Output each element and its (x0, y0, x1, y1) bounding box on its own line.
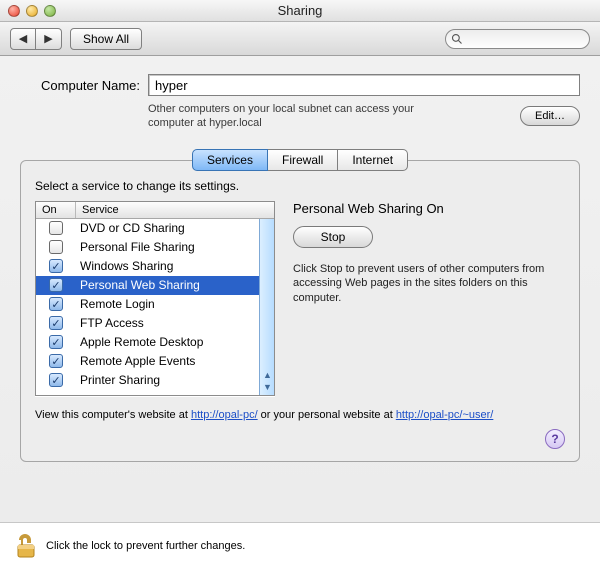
service-name: Personal Web Sharing (76, 278, 200, 292)
back-button[interactable]: ◀ (10, 28, 36, 50)
service-name: Apple Remote Desktop (76, 335, 203, 349)
edit-hostname-button[interactable]: Edit… (520, 106, 580, 126)
service-desc: Click Stop to prevent users of other com… (293, 262, 565, 307)
window-title: Sharing (0, 3, 600, 18)
back-icon: ◀ (19, 32, 27, 45)
service-checkbox[interactable] (49, 297, 63, 311)
tab-internet[interactable]: Internet (338, 149, 408, 171)
computer-name-field[interactable] (148, 74, 580, 96)
service-checkbox[interactable] (49, 316, 63, 330)
col-header-service[interactable]: Service (76, 202, 274, 218)
tab-services[interactable]: Services (192, 149, 268, 171)
prefpane-content: Computer Name: Other computers on your l… (0, 56, 600, 523)
service-checkbox[interactable] (49, 335, 63, 349)
service-status-title: Personal Web Sharing On (293, 201, 565, 216)
service-name: Personal File Sharing (76, 240, 195, 254)
service-row[interactable]: Personal File Sharing (36, 238, 274, 257)
tab-strip: ServicesFirewallInternet (20, 149, 580, 171)
lock-text: Click the lock to prevent further change… (46, 540, 245, 552)
service-row[interactable]: Apple Remote Desktop (36, 333, 274, 352)
search-input[interactable] (445, 29, 590, 49)
help-button[interactable]: ? (545, 429, 565, 449)
service-row[interactable]: Remote Apple Events (36, 352, 274, 371)
service-name: FTP Access (76, 316, 144, 330)
computer-site-link[interactable]: http://opal-pc/ (191, 409, 258, 421)
service-name: Remote Apple Events (76, 354, 195, 368)
stop-service-button[interactable]: Stop (293, 226, 373, 248)
service-name: Windows Sharing (76, 259, 173, 273)
service-checkbox[interactable] (49, 240, 63, 254)
service-row[interactable]: Printer Sharing (36, 371, 274, 390)
tab-firewall[interactable]: Firewall (268, 149, 338, 171)
titlebar: Sharing (0, 0, 600, 22)
service-name: DVD or CD Sharing (76, 221, 185, 235)
footer-text-mid: or your personal website at (258, 409, 396, 421)
service-name: Remote Login (76, 297, 155, 311)
services-instruction: Select a service to change its settings. (35, 179, 565, 193)
computer-name-subnote: Other computers on your local subnet can… (148, 102, 448, 131)
unlocked-lock-icon[interactable] (16, 533, 38, 559)
service-checkbox[interactable] (49, 278, 63, 292)
nav-segment: ◀ ▶ (10, 28, 62, 50)
website-footer: View this computer's website at http://o… (35, 408, 565, 423)
services-list: On Service DVD or CD Sharing Personal Fil… (35, 201, 275, 396)
service-row[interactable]: Remote Login (36, 295, 274, 314)
services-panel: Select a service to change its settings.… (20, 160, 580, 462)
toolbar: ◀ ▶ Show All (0, 22, 600, 56)
search-icon (451, 33, 463, 45)
col-header-on[interactable]: On (36, 202, 76, 218)
personal-site-link[interactable]: http://opal-pc/~user/ (396, 409, 494, 421)
service-row[interactable]: FTP Access (36, 314, 274, 333)
service-name: Printer Sharing (76, 373, 160, 387)
footer-text-pre: View this computer's website at (35, 409, 191, 421)
service-row[interactable]: DVD or CD Sharing (36, 219, 274, 238)
show-all-button[interactable]: Show All (70, 28, 142, 50)
service-checkbox[interactable] (49, 259, 63, 273)
service-row[interactable]: Windows Sharing (36, 257, 274, 276)
search-wrap (445, 29, 590, 49)
lock-bar: Click the lock to prevent further change… (0, 523, 600, 569)
list-scrollbar[interactable]: ▲ ▼ (259, 219, 274, 395)
computer-name-label: Computer Name: (20, 78, 140, 93)
scroll-down-icon[interactable]: ▼ (262, 382, 273, 393)
service-checkbox[interactable] (49, 221, 63, 235)
service-checkbox[interactable] (49, 354, 63, 368)
service-checkbox[interactable] (49, 373, 63, 387)
forward-icon: ▶ (44, 32, 52, 45)
service-row[interactable]: Personal Web Sharing (36, 276, 274, 295)
scroll-up-icon[interactable]: ▲ (262, 370, 273, 381)
forward-button[interactable]: ▶ (36, 28, 62, 50)
